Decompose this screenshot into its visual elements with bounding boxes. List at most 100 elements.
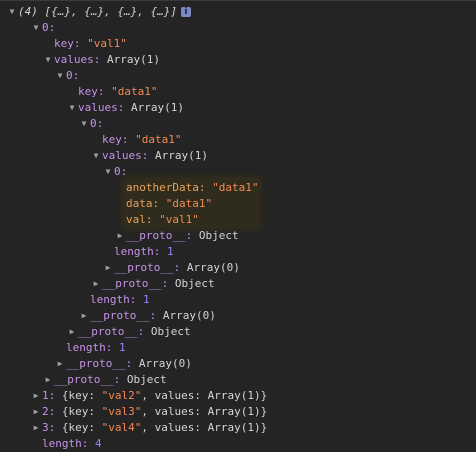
- tree-row-item1[interactable]: ▶ 1: {key: "val2", values: Array(1)}: [30, 388, 268, 404]
- property-name: length:: [66, 341, 113, 354]
- property-value: "val4": [101, 421, 142, 434]
- tree-row-lvl4[interactable]: ▼ 0:: [102, 164, 128, 180]
- object-preview-open: {key:: [61, 389, 102, 402]
- property-name: __proto__:: [78, 325, 145, 338]
- tree-row-data: data: "data1": [126, 196, 212, 212]
- property-value: 1: [118, 341, 126, 354]
- tree-row-lvl3[interactable]: ▼ 0:: [78, 116, 104, 132]
- object-preview-open: {key:: [61, 421, 102, 434]
- collapsed-triangle-icon[interactable]: ▶: [42, 372, 54, 388]
- tree-row-proto[interactable]: ▶ __proto__: Object: [114, 228, 239, 244]
- property-value: Object: [150, 325, 191, 338]
- property-name: length:: [42, 437, 89, 450]
- property-value: 1: [166, 245, 174, 258]
- property-value: "data1": [212, 181, 259, 194]
- property-value: Array(1): [154, 149, 208, 162]
- property-value: Array(1): [207, 405, 261, 418]
- property-value: "data1": [111, 85, 158, 98]
- tree-row-item2[interactable]: ▶ 2: {key: "val3", values: Array(1)}: [30, 404, 268, 420]
- property-value: Object: [174, 277, 215, 290]
- tree-row-proto[interactable]: ▶ __proto__: Array(0): [102, 260, 240, 276]
- property-value: Array(1): [207, 389, 261, 402]
- property-name: key:: [78, 85, 105, 98]
- property-value: "data1": [135, 133, 182, 146]
- collapsed-triangle-icon[interactable]: ▶: [54, 356, 66, 372]
- tree-row-values[interactable]: ▼ values: Array(1): [42, 52, 160, 68]
- property-value: "data1": [165, 197, 213, 210]
- collapsed-triangle-icon[interactable]: ▶: [90, 276, 102, 292]
- collapsed-triangle-icon[interactable]: ▶: [102, 260, 114, 276]
- object-preview-close: }: [260, 405, 268, 418]
- property-name: key:: [102, 133, 129, 146]
- collapsed-triangle-icon[interactable]: ▶: [66, 324, 78, 340]
- property-value: "val1": [87, 37, 127, 50]
- expanded-triangle-icon[interactable]: ▼: [54, 68, 66, 84]
- tree-row-values[interactable]: ▼ values: Array(1): [90, 148, 208, 164]
- object-preview-open: {key:: [61, 405, 102, 418]
- tree-row-root-length: length: 4: [42, 436, 102, 452]
- tree-row-length: length: 1: [114, 244, 174, 260]
- property-name: values:: [54, 53, 101, 66]
- property-value: 4: [94, 437, 102, 450]
- expanded-triangle-icon[interactable]: ▼: [42, 52, 54, 68]
- tree-row-item3[interactable]: ▶ 3: {key: "val4", values: Array(1)}: [30, 420, 268, 436]
- property-value: 1: [142, 293, 150, 306]
- tree-row-item0[interactable]: ▼ 0:: [30, 20, 56, 36]
- index-label: 1:: [42, 389, 56, 402]
- tree-row-proto[interactable]: ▶ __proto__: Object: [42, 372, 167, 388]
- index-label: 0:: [66, 69, 80, 82]
- index-label: 0:: [42, 21, 56, 34]
- tree-row-values[interactable]: ▼ values: Array(1): [66, 100, 184, 116]
- collapsed-triangle-icon[interactable]: ▶: [30, 388, 42, 404]
- tree-row-length: length: 1: [90, 292, 150, 308]
- tree-row-proto[interactable]: ▶ __proto__: Object: [90, 276, 215, 292]
- collapsed-triangle-icon[interactable]: ▶: [30, 420, 42, 436]
- devtools-console: ▼ (4) [{…}, {…}, {…}, {…}] i ▼ 0: key: "val…: [0, 0, 476, 451]
- tree-row-lvl2[interactable]: ▼ 0:: [54, 68, 80, 84]
- tree-row-proto[interactable]: ▶ __proto__: Array(0): [78, 308, 216, 324]
- object-preview-mid: , values:: [141, 421, 208, 434]
- property-name: val:: [126, 213, 153, 226]
- index-label: 3:: [42, 421, 56, 434]
- expanded-triangle-icon[interactable]: ▼: [78, 116, 90, 132]
- index-label: 0:: [114, 165, 128, 178]
- property-value: Object: [126, 373, 167, 386]
- property-value: Array(0): [138, 357, 192, 370]
- property-value: Object: [198, 229, 239, 242]
- property-value: "val2": [101, 389, 142, 402]
- property-value: Array(0): [162, 309, 216, 322]
- object-preview-close: }: [260, 389, 268, 402]
- property-value: Array(1): [207, 421, 261, 434]
- property-name: __proto__:: [126, 229, 193, 242]
- property-name: key:: [54, 37, 81, 50]
- expanded-triangle-icon[interactable]: ▼: [102, 164, 114, 180]
- property-name: __proto__:: [54, 373, 121, 386]
- collapsed-triangle-icon[interactable]: ▶: [78, 308, 90, 324]
- expanded-triangle-icon[interactable]: ▼: [30, 20, 42, 36]
- collapsed-triangle-icon[interactable]: ▶: [114, 228, 126, 244]
- property-value: Array(0): [186, 261, 240, 274]
- object-preview-mid: , values:: [141, 405, 208, 418]
- property-name: length:: [114, 245, 161, 258]
- property-value: "val1": [159, 213, 199, 226]
- expanded-triangle-icon[interactable]: ▼: [66, 100, 78, 116]
- property-name: __proto__:: [66, 357, 133, 370]
- root-array-row[interactable]: ▼ (4) [{…}, {…}, {…}, {…}] i: [6, 4, 191, 20]
- collapsed-triangle-icon[interactable]: ▶: [30, 404, 42, 420]
- tree-row-proto[interactable]: ▶ __proto__: Object: [66, 324, 191, 340]
- tree-row-val: val: "val1": [126, 212, 199, 228]
- object-preview-mid: , values:: [141, 389, 208, 402]
- expanded-triangle-icon[interactable]: ▼: [90, 148, 102, 164]
- property-value: Array(1): [130, 101, 184, 114]
- tree-row-length: length: 1: [66, 340, 126, 356]
- property-name: length:: [90, 293, 137, 306]
- property-name: __proto__:: [114, 261, 181, 274]
- property-name: values:: [78, 101, 125, 114]
- info-icon[interactable]: i: [180, 7, 191, 17]
- expanded-triangle-icon[interactable]: ▼: [6, 4, 18, 20]
- index-label: 2:: [42, 405, 56, 418]
- property-name: __proto__:: [90, 309, 157, 322]
- tree-row-key: key: "data1": [102, 132, 181, 148]
- tree-row-proto[interactable]: ▶ __proto__: Array(0): [54, 356, 192, 372]
- index-label: 0:: [90, 117, 104, 130]
